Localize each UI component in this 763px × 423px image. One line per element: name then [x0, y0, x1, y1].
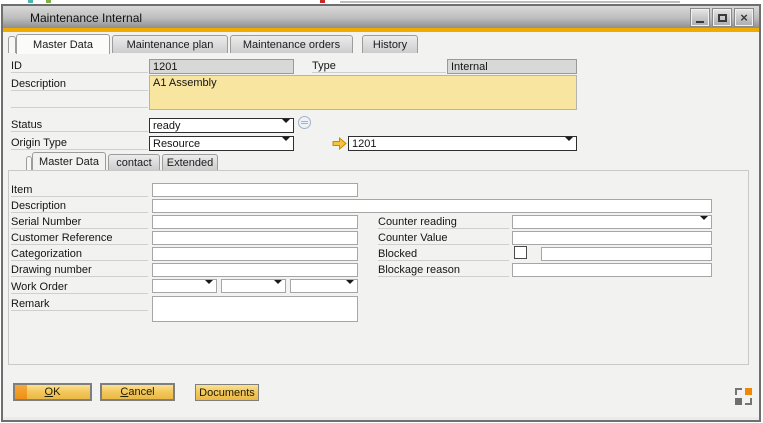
desktop-artifact	[340, 1, 680, 3]
ok-button[interactable]: OK	[13, 383, 92, 401]
tab-maintenance-orders[interactable]: Maintenance orders	[230, 35, 353, 53]
maximize-icon	[718, 14, 727, 22]
minimize-icon	[696, 21, 704, 23]
tab-label: Master Data	[33, 39, 93, 51]
subtab-label: Extended	[167, 157, 213, 169]
origin-type-label: Origin Type	[11, 137, 148, 150]
type-field: Internal	[447, 59, 577, 74]
counter-value-input[interactable]	[512, 231, 712, 245]
work-order-dropdown-3[interactable]	[290, 279, 358, 293]
corner-square-gray	[735, 398, 742, 405]
counter-value-label: Counter Value	[378, 232, 509, 245]
corner-bracket	[745, 398, 752, 405]
subtab-contact[interactable]: contact	[108, 154, 160, 170]
drawing-number-input[interactable]	[152, 263, 358, 277]
desktop-artifact	[320, 0, 325, 3]
minimize-button[interactable]	[691, 9, 709, 26]
subtab-extended[interactable]: Extended	[162, 154, 218, 170]
customer-reference-input[interactable]	[152, 231, 358, 245]
tab-label: History	[373, 39, 407, 51]
item-input[interactable]	[152, 183, 358, 197]
subtab-master-data[interactable]: Master Data	[32, 152, 106, 170]
desktop-artifact	[46, 0, 51, 3]
origin-ref-dropdown[interactable]: 1201	[348, 136, 577, 151]
customer-reference-label: Customer Reference	[11, 232, 148, 245]
categorization-label: Categorization	[11, 248, 148, 261]
work-order-label: Work Order	[11, 281, 148, 294]
blocked-checkbox[interactable]	[514, 246, 527, 259]
tab-notch	[8, 36, 16, 53]
tab-label: Maintenance plan	[127, 39, 214, 51]
documents-button-label: Documents	[199, 387, 255, 399]
maximize-button[interactable]	[713, 9, 731, 26]
counter-reading-dropdown[interactable]	[512, 215, 712, 229]
chevron-down-icon	[280, 123, 290, 136]
corner-bracket	[735, 388, 742, 395]
serial-number-input[interactable]	[152, 215, 358, 229]
empty-label-row	[11, 95, 148, 108]
tab-maintenance-plan[interactable]: Maintenance plan	[112, 35, 228, 53]
window-title: Maintenance Internal	[30, 11, 142, 25]
detail-description-label: Description	[11, 200, 148, 213]
origin-type-value: Resource	[153, 138, 200, 150]
desktop-artifact	[28, 0, 33, 3]
chevron-down-icon	[563, 141, 573, 154]
status-label: Status	[11, 119, 148, 132]
id-field: 1201	[149, 59, 294, 74]
blockage-reason-input[interactable]	[512, 263, 712, 277]
work-order-dropdown-2[interactable]	[221, 279, 286, 293]
chevron-down-icon	[280, 141, 290, 154]
expand-form-icon[interactable]	[735, 388, 752, 405]
ok-button-label: OK	[45, 386, 61, 398]
tab-history[interactable]: History	[362, 35, 418, 53]
origin-type-dropdown[interactable]: Resource	[149, 136, 294, 151]
counter-reading-label: Counter reading	[378, 216, 509, 229]
status-value: ready	[153, 120, 181, 132]
cancel-button-label: Cancel	[120, 386, 154, 398]
tab-master-data[interactable]: Master Data	[16, 34, 110, 54]
subtab-label: contact	[116, 157, 151, 169]
corner-square-orange	[745, 388, 752, 395]
link-arrow-icon[interactable]	[332, 137, 347, 150]
type-label: Type	[312, 60, 446, 73]
categorization-input[interactable]	[152, 247, 358, 261]
drawing-number-label: Drawing number	[11, 264, 148, 277]
blocked-label: Blocked	[378, 248, 509, 261]
status-dropdown[interactable]: ready	[149, 118, 294, 133]
status-notes-icon[interactable]	[298, 116, 311, 129]
work-order-dropdown-1[interactable]	[152, 279, 217, 293]
close-button[interactable]: ×	[735, 9, 753, 26]
description-label: Description	[11, 78, 148, 91]
serial-number-label: Serial Number	[11, 216, 148, 229]
blocked-input[interactable]	[541, 247, 712, 261]
description-field[interactable]: A1 Assembly	[149, 75, 577, 110]
cancel-button[interactable]: Cancel	[100, 383, 175, 401]
item-label: Item	[11, 184, 148, 197]
id-label: ID	[11, 60, 148, 73]
tab-label: Maintenance orders	[243, 39, 340, 51]
detail-description-input[interactable]	[152, 199, 712, 213]
screen: Maintenance Internal × Master Data Maint…	[0, 0, 763, 423]
blockage-reason-label: Blockage reason	[378, 264, 509, 277]
remark-label: Remark	[11, 298, 148, 311]
origin-ref-value: 1201	[352, 138, 376, 150]
subtab-label: Master Data	[39, 156, 99, 168]
documents-button[interactable]: Documents	[195, 384, 259, 401]
close-icon: ×	[740, 11, 748, 24]
default-button-marker	[15, 385, 27, 399]
remark-textarea[interactable]	[152, 296, 358, 322]
